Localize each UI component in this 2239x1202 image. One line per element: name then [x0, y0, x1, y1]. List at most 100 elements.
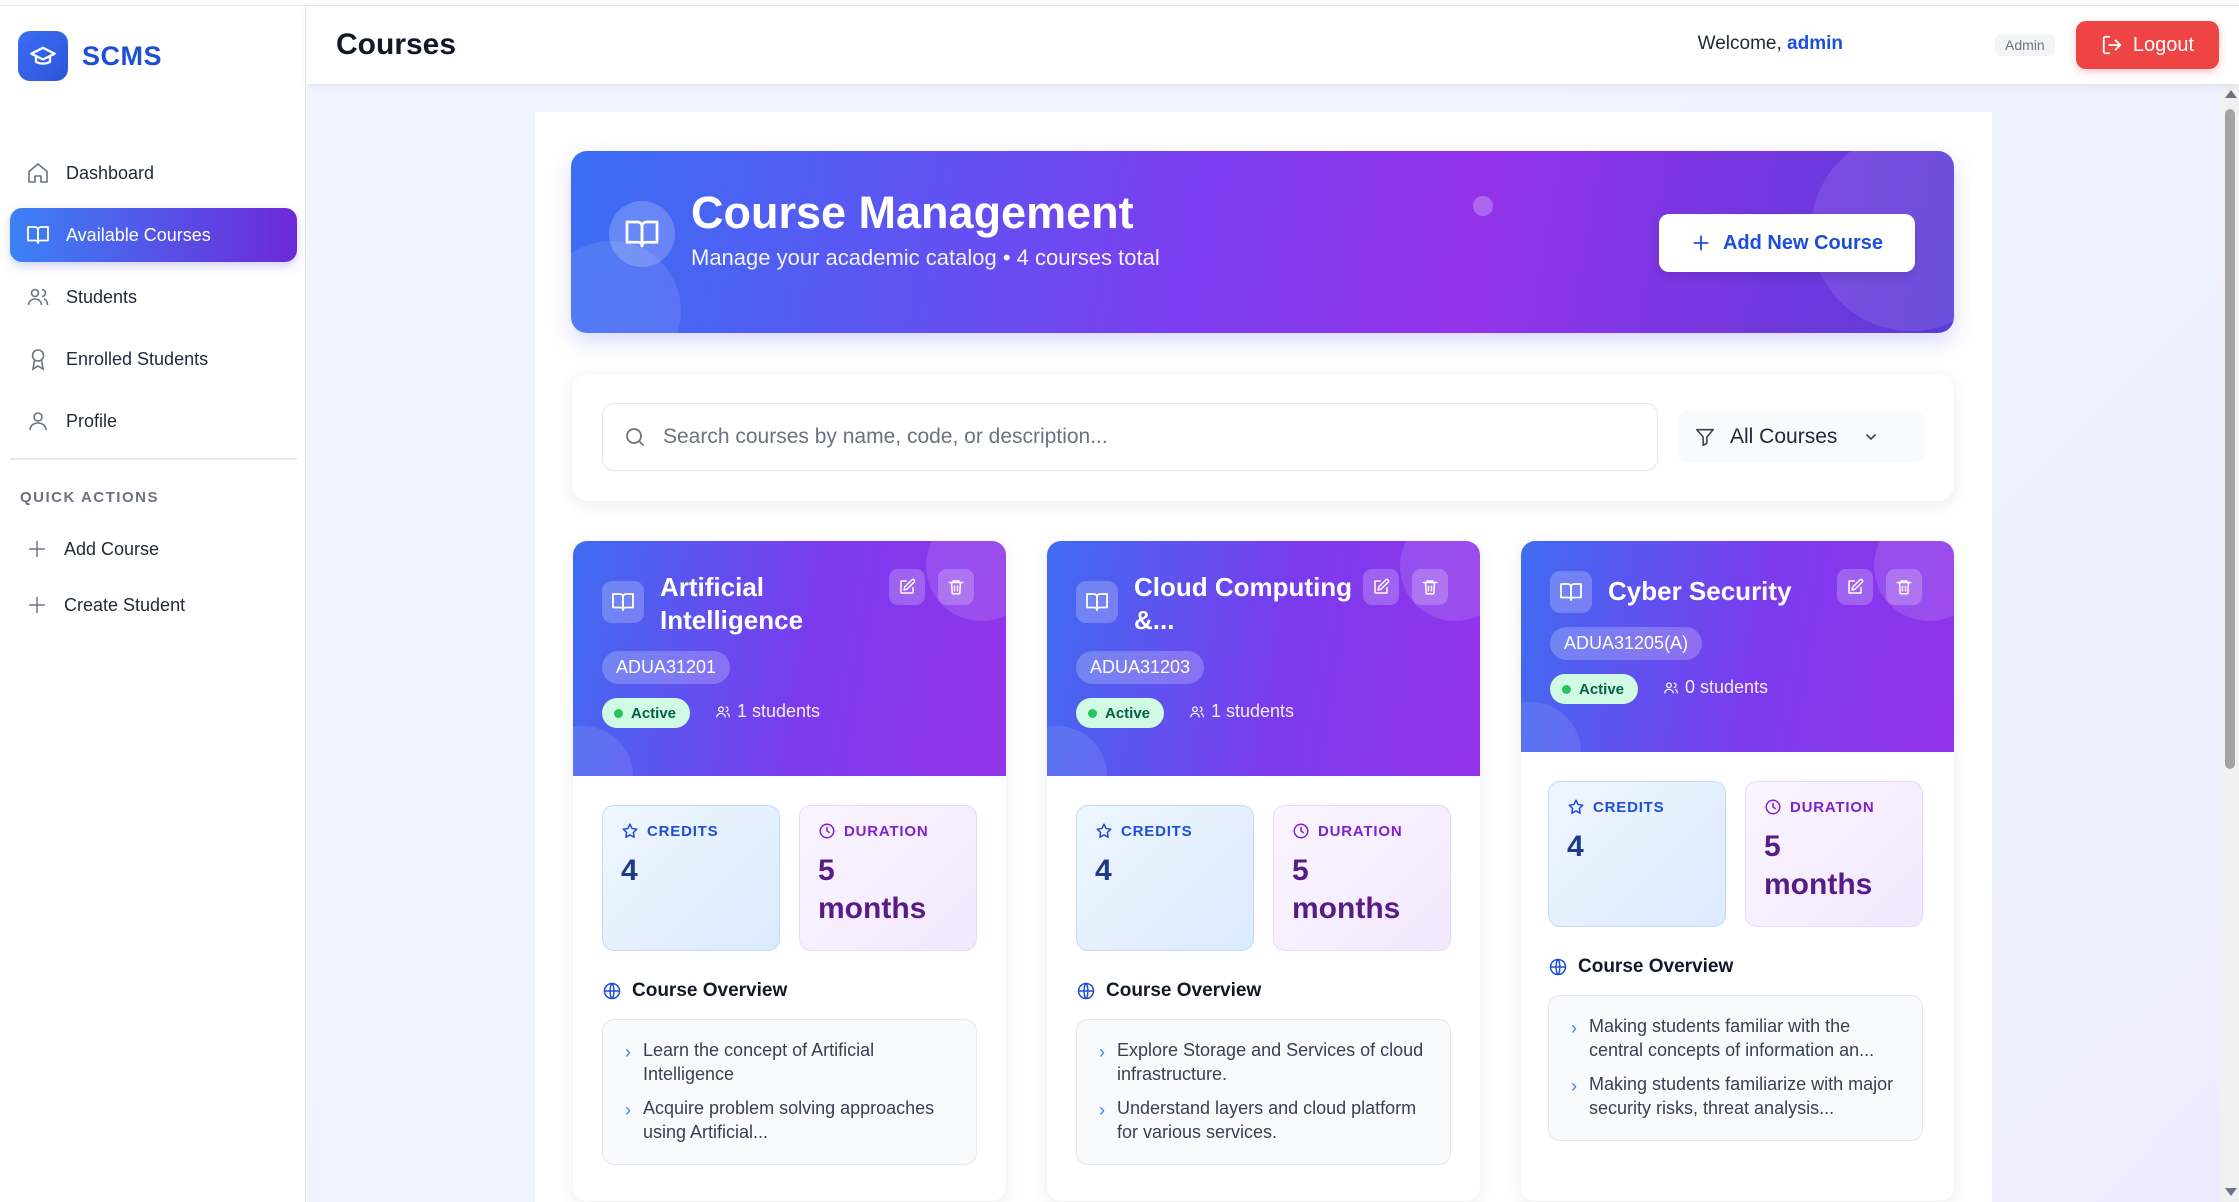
status-label: Active	[631, 704, 677, 722]
duration-stat: DURATION 5 months	[1745, 781, 1923, 927]
brand[interactable]: SCMS	[18, 31, 162, 81]
search-box[interactable]	[602, 403, 1658, 471]
credits-label: CREDITS	[1121, 822, 1193, 840]
sidebar-item-dashboard[interactable]: Dashboard	[10, 146, 297, 200]
plus-icon	[26, 538, 48, 560]
edit-button[interactable]	[889, 569, 925, 605]
clock-icon	[1293, 823, 1309, 839]
search-card: All Courses	[572, 374, 1954, 501]
duration-label: DURATION	[1790, 798, 1875, 816]
chevron-right-icon: ›	[625, 1100, 631, 1120]
course-code: ADUA31203	[1076, 651, 1205, 684]
course-title: Cyber Security	[1608, 576, 1792, 606]
duration-value: 5	[1764, 830, 1781, 863]
brand-name: SCMS	[82, 40, 163, 71]
welcome-prefix: Welcome,	[1697, 33, 1788, 54]
duration-unit: months	[1764, 868, 1873, 901]
list-item: › Making students familiarize with major …	[1571, 1074, 1894, 1118]
quick-action-create-student[interactable]: Create Student	[10, 577, 297, 633]
list-item: › Understand layers and cloud platform fo…	[1099, 1098, 1417, 1142]
course-card[interactable]: Artificial Intelligence ADUA31201 Active…	[573, 541, 1006, 1201]
student-count: 1 students	[715, 701, 820, 722]
status-badge: Active	[1076, 698, 1165, 728]
edit-icon	[900, 578, 916, 594]
role-badge: Admin	[1995, 34, 2055, 56]
vertical-scrollbar[interactable]	[2221, 84, 2239, 1202]
delete-button[interactable]	[1886, 569, 1922, 605]
sidebar-item-available-courses[interactable]: Available Courses	[10, 208, 297, 262]
star-icon	[622, 823, 638, 838]
search-input[interactable]	[663, 425, 1623, 449]
quick-action-label: Add Course	[64, 538, 160, 559]
filter-label: All Courses	[1730, 425, 1838, 448]
globe-icon	[1077, 982, 1095, 1000]
edit-button[interactable]	[1837, 569, 1873, 605]
sidebar-item-label: Dashboard	[66, 162, 155, 183]
clock-icon	[1765, 799, 1781, 815]
add-new-course-button[interactable]: Add New Course	[1659, 214, 1915, 272]
student-count-label: 0 students	[1685, 677, 1769, 697]
logout-button[interactable]: Logout	[2076, 21, 2219, 69]
users-icon	[26, 285, 50, 309]
credits-stat: CREDITS 4	[1076, 805, 1254, 951]
duration-label: DURATION	[844, 822, 929, 840]
page-title: Courses	[336, 28, 457, 61]
credits-value: 4	[1095, 854, 1112, 887]
quick-action-add-course[interactable]: Add Course	[10, 521, 297, 577]
book-icon	[1076, 581, 1118, 623]
book-icon	[602, 581, 644, 623]
username: admin	[1787, 33, 1843, 54]
home-icon	[26, 161, 50, 185]
hero-banner: Course Management Manage your academic c…	[571, 151, 1954, 333]
course-overview-title: Course Overview	[1548, 956, 1733, 978]
scrollbar-thumb[interactable]	[2225, 109, 2235, 769]
sidebar-item-label: Students	[66, 286, 138, 307]
credits-label: CREDITS	[1593, 798, 1665, 816]
edit-button[interactable]	[1363, 569, 1399, 605]
star-icon	[1096, 823, 1112, 838]
credits-label: CREDITS	[647, 822, 719, 840]
chevron-right-icon: ›	[1099, 1100, 1105, 1120]
clock-icon	[819, 823, 835, 839]
course-overview-list: › Explore Storage and Services of cloud i…	[1076, 1019, 1451, 1165]
course-card[interactable]: Cloud Computing &... ADUA31203 Active 1 …	[1047, 541, 1480, 1201]
trash-icon	[1896, 580, 1912, 595]
sidebar-item-label: Profile	[66, 410, 118, 431]
sidebar-item-label: Available Courses	[66, 224, 211, 245]
course-title: Cloud Computing &...	[1134, 572, 1353, 635]
logout-label: Logout	[2132, 33, 2195, 56]
list-item: › Learn the concept of Artificial Intelli…	[625, 1040, 875, 1084]
duration-stat: DURATION 5 months	[799, 805, 977, 951]
duration-label: DURATION	[1318, 822, 1403, 840]
delete-button[interactable]	[1412, 569, 1448, 605]
scroll-down-arrow-icon[interactable]	[2225, 1188, 2237, 1196]
course-title: Artificial Intelligence	[660, 572, 804, 635]
quick-action-label: Create Student	[64, 594, 186, 615]
welcome-text: Welcome, admin	[1698, 33, 1843, 55]
edit-icon	[1374, 578, 1390, 594]
book-icon	[1550, 571, 1592, 613]
book-icon	[609, 201, 675, 267]
student-count: 1 students	[1189, 701, 1294, 722]
student-count: 0 students	[1663, 677, 1768, 698]
course-overview-title: Course Overview	[1076, 980, 1261, 1002]
sidebar-item-profile[interactable]: Profile	[10, 394, 297, 448]
scroll-up-arrow-icon[interactable]	[2225, 90, 2237, 98]
course-card-header: Cloud Computing &... ADUA31203 Active 1 …	[1047, 541, 1480, 776]
chevron-right-icon: ›	[625, 1042, 631, 1062]
course-filter-select[interactable]: All Courses	[1678, 411, 1924, 463]
star-icon	[1568, 799, 1584, 814]
trash-icon	[948, 580, 964, 595]
course-overview-list: › Learn the concept of Artificial Intelli…	[602, 1019, 977, 1165]
hero-subtitle: Manage your academic catalog • 4 courses…	[691, 245, 1160, 270]
course-card[interactable]: Cyber Security ADUA31205(A) Active 0 stu…	[1521, 541, 1954, 1201]
sidebar: SCMS Dashboard Available Courses Student…	[0, 6, 306, 1202]
delete-button[interactable]	[938, 569, 974, 605]
logout-icon	[2101, 34, 2123, 56]
sidebar-item-students[interactable]: Students	[10, 270, 297, 324]
sidebar-item-enrolled-students[interactable]: Enrolled Students	[10, 332, 297, 386]
credits-stat: CREDITS 4	[1548, 781, 1726, 927]
course-card-header: Artificial Intelligence ADUA31201 Active…	[573, 541, 1006, 776]
quick-actions: Add Course Create Student	[10, 521, 297, 633]
sidebar-nav: Dashboard Available Courses Students Enr…	[10, 146, 297, 456]
